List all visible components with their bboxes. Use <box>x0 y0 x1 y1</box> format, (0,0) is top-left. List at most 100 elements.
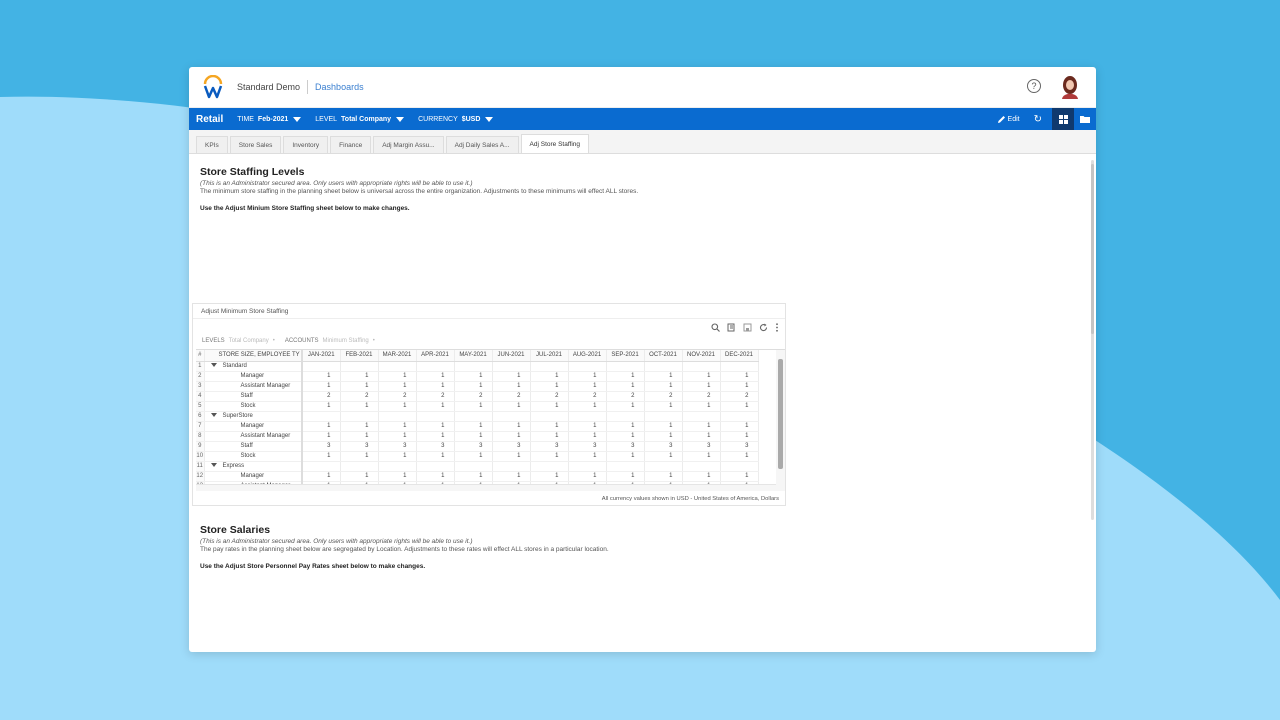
grid-cell[interactable]: 1 <box>606 451 645 462</box>
grid-cell[interactable]: 1 <box>492 431 531 442</box>
grid-cell[interactable]: 1 <box>568 471 607 482</box>
grid-cell[interactable]: 1 <box>568 381 607 392</box>
grid-cell[interactable]: 1 <box>416 431 455 442</box>
grid-cell[interactable]: 1 <box>682 471 721 482</box>
grid-cell[interactable]: 2 <box>340 391 379 402</box>
grid-cell[interactable]: 1 <box>416 421 455 432</box>
grid-cell[interactable]: 1 <box>492 401 531 412</box>
grid-cell[interactable]: 1 <box>720 401 759 412</box>
grid-cell[interactable] <box>568 461 607 472</box>
grid-cell[interactable]: 1 <box>416 371 455 382</box>
month-header[interactable]: OCT-2021 <box>644 350 683 362</box>
grid-cell[interactable]: 3 <box>644 441 683 452</box>
grid-cell[interactable] <box>492 461 531 472</box>
month-header[interactable]: APR-2021 <box>416 350 455 362</box>
edit-button[interactable]: Edit <box>997 115 1020 124</box>
grid-cell[interactable]: 1 <box>530 451 569 462</box>
accounts-value[interactable]: Minimum Staffing <box>323 338 369 344</box>
grid-cell[interactable]: 1 <box>454 401 493 412</box>
grid-cell[interactable]: 1 <box>644 451 683 462</box>
grid-cell[interactable]: 3 <box>378 441 417 452</box>
grid-cell[interactable] <box>378 411 417 422</box>
grid-cell[interactable]: 3 <box>492 441 531 452</box>
grid-cell[interactable]: 3 <box>416 441 455 452</box>
grid-cell[interactable]: 1 <box>378 381 417 392</box>
user-avatar[interactable] <box>1060 75 1080 99</box>
grid-cell[interactable]: 1 <box>454 451 493 462</box>
grid-cell[interactable]: 1 <box>340 421 379 432</box>
grid-cell[interactable]: 1 <box>340 471 379 482</box>
month-header[interactable]: AUG-2021 <box>568 350 607 362</box>
grid-cell[interactable]: 3 <box>302 441 341 452</box>
grid-cell[interactable]: 3 <box>454 441 493 452</box>
grid-scrollbar-thumb[interactable] <box>778 359 783 469</box>
grid-cell[interactable] <box>720 461 759 472</box>
grid-cell[interactable]: 3 <box>340 441 379 452</box>
grid-cell[interactable]: 1 <box>454 431 493 442</box>
dashboards-link[interactable]: Dashboards <box>315 82 364 92</box>
grid-cell[interactable]: 1 <box>530 371 569 382</box>
grid-cell[interactable]: 2 <box>720 391 759 402</box>
grid-cell[interactable]: 2 <box>492 391 531 402</box>
grid-cell[interactable]: 1 <box>340 371 379 382</box>
row-group-label[interactable]: SuperStore <box>204 411 303 422</box>
grid-cell[interactable]: 1 <box>682 401 721 412</box>
grid-cell[interactable]: 1 <box>416 401 455 412</box>
expand-toggle-icon[interactable] <box>210 462 217 467</box>
export-icon[interactable] <box>727 323 736 332</box>
grid-cell[interactable]: 1 <box>530 381 569 392</box>
month-header[interactable]: SEP-2021 <box>606 350 645 362</box>
row-label[interactable]: Manager <box>204 471 303 482</box>
grid-cell[interactable] <box>378 361 417 372</box>
grid-cell[interactable] <box>568 411 607 422</box>
staffing-grid[interactable]: # STORE SIZE, EMPLOYEE TY JAN-2021 FEB-20… <box>196 349 785 491</box>
refresh-icon[interactable]: ↻ <box>1034 114 1042 125</box>
tab-store-sales[interactable]: Store Sales <box>229 136 282 153</box>
grid-cell[interactable] <box>492 411 531 422</box>
grid-cell[interactable]: 1 <box>378 371 417 382</box>
grid-cell[interactable] <box>454 361 493 372</box>
grid-cell[interactable]: 3 <box>606 441 645 452</box>
grid-cell[interactable] <box>720 411 759 422</box>
grid-cell[interactable]: 1 <box>492 451 531 462</box>
grid-cell[interactable]: 3 <box>568 441 607 452</box>
expand-toggle-icon[interactable] <box>210 362 217 367</box>
grid-cell[interactable]: 1 <box>720 471 759 482</box>
row-label[interactable]: Manager <box>204 371 303 382</box>
tab-finance[interactable]: Finance <box>330 136 372 153</box>
grid-cell[interactable]: 1 <box>682 381 721 392</box>
grid-cell[interactable]: 1 <box>340 431 379 442</box>
row-label[interactable]: Assistant Manager <box>204 381 303 392</box>
expand-toggle-icon[interactable] <box>210 412 217 417</box>
grid-cell[interactable]: 2 <box>378 391 417 402</box>
grid-cell[interactable] <box>644 461 683 472</box>
grid-cell[interactable]: 1 <box>568 421 607 432</box>
grid-cell[interactable]: 1 <box>378 401 417 412</box>
grid-cell[interactable] <box>340 361 379 372</box>
grid-cell[interactable]: 1 <box>302 371 341 382</box>
grid-cell[interactable]: 1 <box>302 401 341 412</box>
grid-cell[interactable] <box>340 461 379 472</box>
month-header[interactable]: MAY-2021 <box>454 350 493 362</box>
month-header[interactable]: DEC-2021 <box>720 350 759 362</box>
row-label[interactable]: Staff <box>204 441 303 452</box>
grid-cell[interactable]: 1 <box>644 421 683 432</box>
grid-cell[interactable] <box>340 411 379 422</box>
grid-cell[interactable] <box>644 361 683 372</box>
grid-cell[interactable] <box>454 461 493 472</box>
grid-cell[interactable]: 1 <box>340 451 379 462</box>
grid-cell[interactable] <box>606 361 645 372</box>
grid-cell[interactable]: 1 <box>606 381 645 392</box>
month-header[interactable]: JUN-2021 <box>492 350 531 362</box>
grid-cell[interactable]: 1 <box>340 381 379 392</box>
grid-cell[interactable]: 1 <box>454 371 493 382</box>
grid-cell[interactable]: 3 <box>682 441 721 452</box>
grid-cell[interactable]: 1 <box>568 371 607 382</box>
grid-horizontal-scrollbar[interactable] <box>196 484 776 491</box>
grid-cell[interactable] <box>492 361 531 372</box>
grid-cell[interactable]: 1 <box>530 421 569 432</box>
grid-cell[interactable]: 3 <box>530 441 569 452</box>
tab-adj-daily-sales[interactable]: Adj Daily Sales A... <box>445 136 519 153</box>
row-group-label[interactable]: Express <box>204 461 303 472</box>
grid-cell[interactable]: 1 <box>720 451 759 462</box>
